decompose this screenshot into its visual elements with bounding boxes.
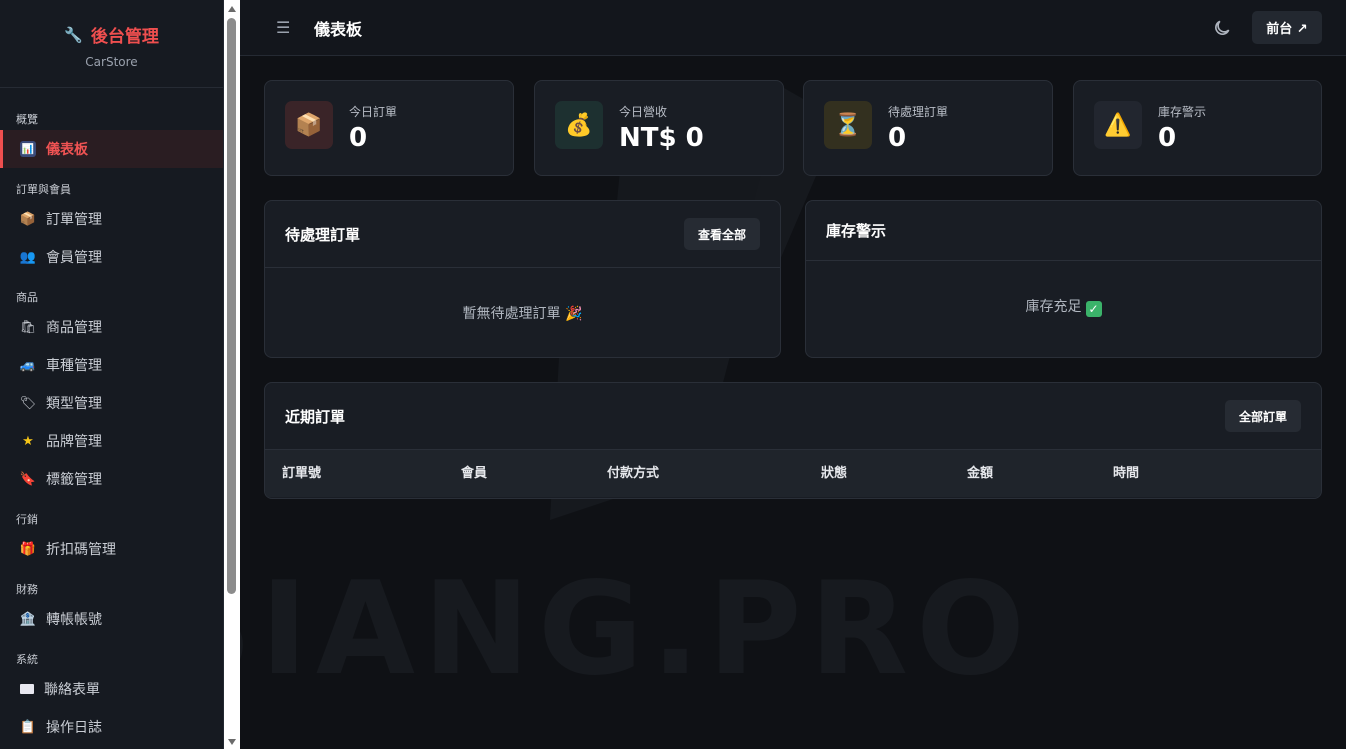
panel-header: 待處理訂單 查看全部 bbox=[265, 201, 780, 268]
stat-value: 0 bbox=[1158, 123, 1177, 153]
sidebar-item-label: 操作日誌 bbox=[46, 720, 102, 736]
sidebar-item-orders[interactable]: 📦 訂單管理 bbox=[0, 200, 223, 238]
topbar: ☰ 儀表板 前台 ↗ bbox=[240, 0, 1346, 56]
brand-subtitle: CarStore bbox=[85, 55, 138, 69]
scroll-up-arrow-icon[interactable] bbox=[228, 6, 236, 12]
sidebar-item-coupons[interactable]: 🎁 折扣碼管理 bbox=[0, 530, 223, 568]
bar-chart-icon: 📊 bbox=[20, 141, 36, 157]
stat-card-stock-alerts: ⚠️ 庫存警示 0 bbox=[1073, 80, 1322, 176]
sidebar-item-categories[interactable]: 🏷 類型管理 bbox=[0, 384, 223, 422]
nav-section-orders-members: 訂單與會員 bbox=[16, 183, 71, 196]
label-icon: 🏷 bbox=[19, 395, 37, 411]
sidebar-item-contact-forms[interactable]: 聯絡表單 bbox=[0, 670, 223, 708]
car-icon: 🚙 bbox=[19, 357, 37, 373]
sidebar-item-label: 標籤管理 bbox=[46, 472, 102, 488]
envelope-icon bbox=[20, 684, 34, 694]
scroll-down-arrow-icon[interactable] bbox=[228, 739, 236, 745]
moon-icon[interactable] bbox=[1212, 18, 1232, 38]
sidebar-item-brands[interactable]: ★ 品牌管理 bbox=[0, 422, 223, 460]
bank-icon: 🏦 bbox=[19, 611, 37, 627]
stat-card-today-revenue: 💰 今日營收 NT$ 0 bbox=[534, 80, 784, 176]
nav-section-overview: 概覽 bbox=[16, 113, 38, 126]
all-orders-button[interactable]: 全部訂單 bbox=[1224, 400, 1301, 432]
brand: 🔧 後台管理 CarStore bbox=[0, 0, 223, 88]
sidebar-item-label: 轉帳帳號 bbox=[46, 612, 102, 628]
sidebar-item-logs[interactable]: 📋 操作日誌 bbox=[0, 708, 223, 746]
empty-state: 庫存充足 ✓ bbox=[806, 261, 1321, 317]
wrench-icon: 🔧 bbox=[64, 25, 83, 44]
sidebar-item-label: 會員管理 bbox=[46, 250, 102, 266]
package-icon: 📦 bbox=[19, 211, 37, 227]
page-title: 儀表板 bbox=[314, 19, 363, 39]
sidebar-nav: 概覽 📊 儀表板 訂單與會員 📦 訂單管理 👥 會員管理 商品 🛍 商品管理 🚙… bbox=[0, 88, 223, 746]
sidebar-item-label: 車種管理 bbox=[46, 358, 102, 374]
nav-section-finance: 財務 bbox=[16, 583, 38, 596]
sidebar-item-bank-accounts[interactable]: 🏦 轉帳帳號 bbox=[0, 600, 223, 638]
stat-value: 0 bbox=[349, 123, 368, 153]
nav-section-marketing: 行銷 bbox=[16, 513, 38, 526]
sidebar-item-label: 商品管理 bbox=[46, 320, 102, 336]
warning-icon: ⚠️ bbox=[1094, 101, 1142, 149]
sidebar-item-label: 類型管理 bbox=[46, 396, 102, 412]
column-header-member[interactable]: 會員 bbox=[461, 450, 487, 497]
column-header-status[interactable]: 狀態 bbox=[821, 450, 847, 497]
hourglass-icon: ⏳ bbox=[824, 101, 872, 149]
panel-title: 庫存警示 bbox=[826, 222, 887, 240]
sidebar-item-car-models[interactable]: 🚙 車種管理 bbox=[0, 346, 223, 384]
clipboard-icon: 📋 bbox=[19, 719, 37, 735]
money-bag-icon: 💰 bbox=[555, 101, 603, 149]
sidebar-item-members[interactable]: 👥 會員管理 bbox=[0, 238, 223, 276]
sidebar-item-dashboard[interactable]: 📊 儀表板 bbox=[0, 130, 223, 168]
sidebar-item-label: 品牌管理 bbox=[46, 434, 102, 450]
stat-value: 0 bbox=[888, 123, 907, 153]
panel-title: 待處理訂單 bbox=[285, 225, 361, 244]
stock-alerts-panel: 庫存警示 庫存充足 ✓ bbox=[805, 200, 1322, 358]
scroll-thumb[interactable] bbox=[227, 18, 236, 594]
stat-card-today-orders: 📦 今日訂單 0 bbox=[264, 80, 514, 176]
brand-title-text: 後台管理 bbox=[90, 27, 159, 47]
column-header-order-no[interactable]: 訂單號 bbox=[282, 450, 321, 497]
view-all-button[interactable]: 查看全部 bbox=[683, 218, 760, 250]
star-icon: ★ bbox=[22, 433, 34, 449]
brand-title[interactable]: 🔧 後台管理 bbox=[0, 22, 223, 48]
pending-orders-panel: 待處理訂單 查看全部 暫無待處理訂單 🎉 bbox=[264, 200, 781, 358]
gift-icon: 🎁 bbox=[19, 541, 37, 557]
panel-header: 庫存警示 bbox=[806, 201, 1321, 261]
sidebar-scrollbar[interactable] bbox=[224, 0, 240, 749]
stat-card-pending-orders: ⏳ 待處理訂單 0 bbox=[803, 80, 1053, 176]
nav-section-products: 商品 bbox=[16, 291, 38, 304]
stat-label: 今日訂單 bbox=[349, 105, 398, 119]
sidebar-item-tags[interactable]: 🔖 標籤管理 bbox=[0, 460, 223, 498]
panel-title: 近期訂單 bbox=[285, 407, 346, 426]
stat-label: 待處理訂單 bbox=[888, 105, 949, 119]
sidebar-item-products[interactable]: 🛍 商品管理 bbox=[0, 308, 223, 346]
watermark-text: SIANG.PRO bbox=[160, 555, 1033, 704]
table-header: 訂單號 會員 付款方式 狀態 金額 時間 bbox=[265, 450, 1321, 497]
stat-label: 今日營收 bbox=[619, 105, 668, 119]
nav-section-system: 系統 bbox=[16, 653, 38, 666]
shopping-bags-icon: 🛍 bbox=[19, 319, 37, 335]
column-header-time[interactable]: 時間 bbox=[1113, 450, 1139, 497]
menu-icon[interactable]: ☰ bbox=[276, 18, 290, 37]
sidebar-item-label: 儀表板 bbox=[46, 142, 88, 158]
sidebar-item-label: 訂單管理 bbox=[46, 212, 102, 228]
recent-orders-panel: 近期訂單 全部訂單 訂單號 會員 付款方式 狀態 金額 時間 bbox=[264, 382, 1322, 499]
empty-state-text: 暫無待處理訂單 🎉 bbox=[462, 306, 583, 322]
sidebar-item-label: 折扣碼管理 bbox=[46, 542, 116, 558]
stat-value: NT$ 0 bbox=[619, 123, 704, 153]
column-header-payment[interactable]: 付款方式 bbox=[607, 450, 659, 497]
panel-header: 近期訂單 全部訂單 bbox=[265, 383, 1321, 450]
front-site-button[interactable]: 前台 ↗ bbox=[1252, 11, 1322, 44]
sidebar: 🔧 後台管理 CarStore 概覽 📊 儀表板 訂單與會員 📦 訂單管理 👥 … bbox=[0, 0, 224, 749]
tag-icon: 🔖 bbox=[19, 471, 37, 487]
people-icon: 👥 bbox=[19, 249, 37, 265]
column-header-amount[interactable]: 金額 bbox=[967, 450, 993, 497]
empty-state-text: 庫存充足 bbox=[1025, 299, 1082, 315]
check-mark-icon: ✓ bbox=[1085, 301, 1102, 317]
stat-label: 庫存警示 bbox=[1158, 105, 1207, 119]
package-icon: 📦 bbox=[285, 101, 333, 149]
sidebar-item-label: 聯絡表單 bbox=[44, 682, 100, 698]
